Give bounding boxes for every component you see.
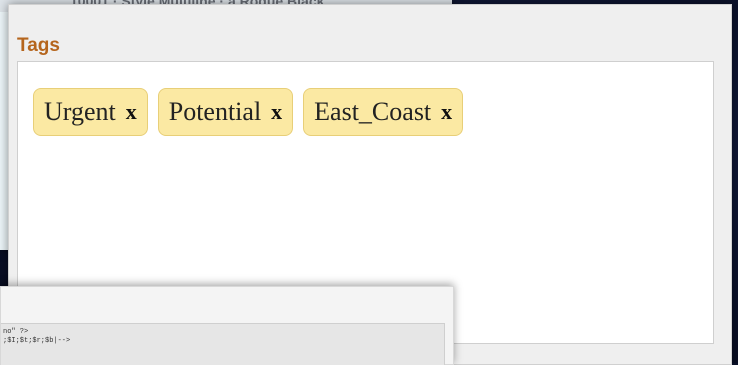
tag-label: Potential [168, 97, 262, 126]
remove-tag-button[interactable]: x [126, 99, 137, 125]
remove-tag-button[interactable]: x [271, 99, 282, 125]
tag-potential[interactable]: Potential x [157, 88, 294, 136]
tag-label: Urgent [44, 97, 116, 126]
tag-list: Urgent x Potential x East_Coast x [33, 88, 464, 136]
tag-urgent[interactable]: Urgent x [33, 88, 148, 136]
tag-east-coast[interactable]: East_Coast x [303, 88, 464, 136]
code-editor-pane: no" ?> ;$I;$t;$r;$b|--> [1, 323, 445, 365]
tags-panel-title: Tags [17, 35, 60, 56]
remove-tag-button[interactable]: x [441, 99, 452, 125]
code-line: ;$I;$t;$r;$b|--> [3, 337, 71, 345]
code-editor-window: no" ?> ;$I;$t;$r;$b|--> [0, 286, 454, 365]
code-line: no" ?> [3, 328, 29, 336]
tag-label: East_Coast [314, 97, 432, 126]
